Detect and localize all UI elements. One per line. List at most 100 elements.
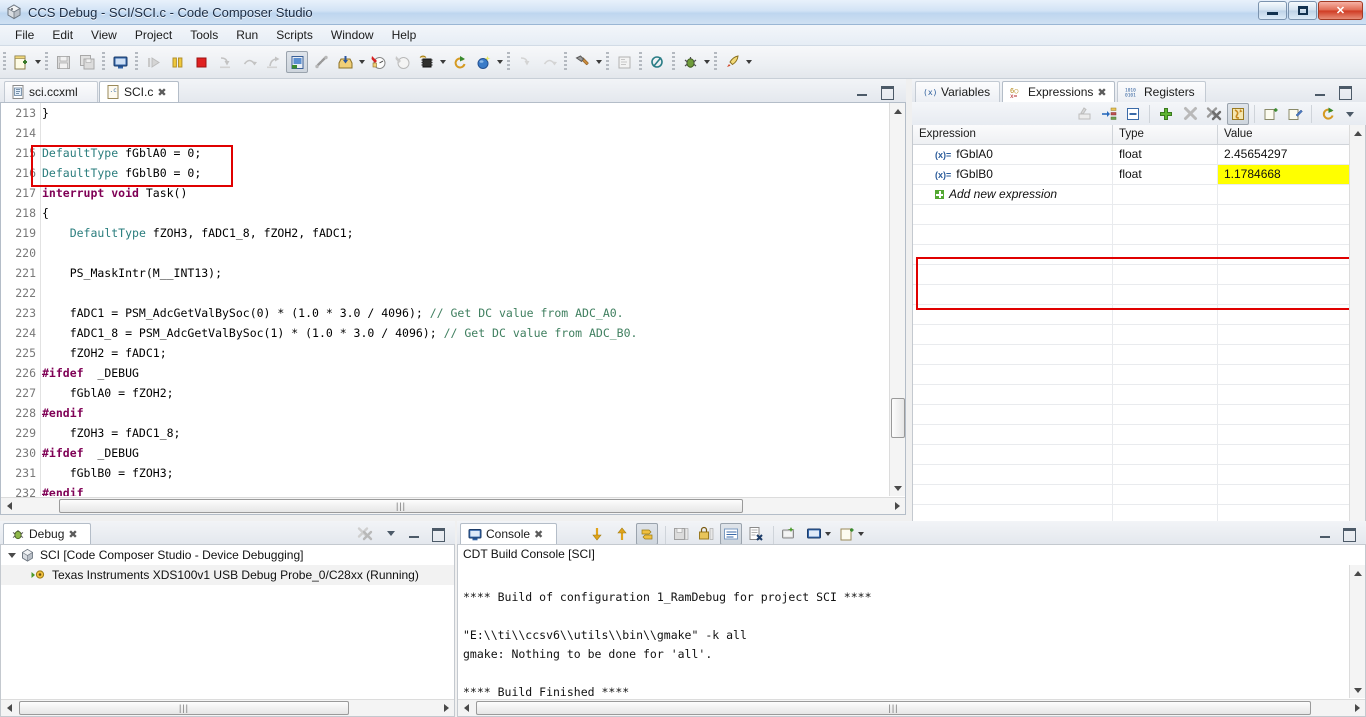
save-console-icon[interactable] — [670, 523, 692, 545]
new-file-icon[interactable] — [10, 51, 32, 73]
debug-dropdown[interactable] — [702, 51, 711, 73]
table-row-empty[interactable] — [913, 345, 1365, 365]
new-watchpoint-icon[interactable] — [1260, 103, 1282, 125]
remove-all-icon[interactable] — [1203, 103, 1225, 125]
toolbar-grip-7[interactable] — [606, 52, 609, 72]
console-horizontal-scrollbar[interactable]: ||| — [458, 699, 1365, 716]
menu-run[interactable]: Run — [227, 26, 267, 44]
search-icon[interactable] — [646, 51, 668, 73]
editor-scroll-down-arrow[interactable] — [890, 480, 905, 496]
resume-icon[interactable] — [142, 51, 164, 73]
toolbar-grip-3[interactable] — [102, 52, 105, 72]
new-target-config-icon[interactable] — [472, 51, 494, 73]
editor-tab-sci-c[interactable]: .c SCI.c ✖ — [99, 81, 179, 102]
expression-cell[interactable]: (x)= fGblA0 — [913, 145, 1113, 164]
add-new-expression-cell[interactable]: Add new expression — [913, 185, 1113, 204]
step-over-disabled-icon[interactable] — [538, 51, 560, 73]
editor-tab-sci-ccxml[interactable]: sci.ccxml — [4, 81, 98, 102]
tab-expressions-close-icon[interactable]: ✖ — [1097, 86, 1106, 99]
remove-breakpoints-icon[interactable] — [391, 51, 413, 73]
table-row-empty[interactable] — [913, 245, 1365, 265]
tab-debug-close-icon[interactable]: ✖ — [68, 528, 77, 541]
code-line[interactable]: fADC1 = PSM_AdcGetValBySoc(0) * (1.0 * 3… — [42, 303, 888, 323]
code-line[interactable] — [42, 283, 888, 303]
table-row-empty[interactable] — [913, 485, 1365, 505]
collapse-all-icon[interactable] — [1122, 103, 1144, 125]
debug-view-menu-button[interactable] — [384, 525, 399, 540]
add-expression-icon[interactable] — [1155, 103, 1177, 125]
toolbar-grip-6[interactable] — [564, 52, 567, 72]
console-scroll-right-arrow[interactable] — [1349, 700, 1365, 716]
editor-vertical-scrollbar[interactable] — [889, 103, 905, 496]
close-button[interactable]: ✕ — [1318, 1, 1363, 20]
editor-vertical-scroll-thumb[interactable] — [891, 398, 905, 438]
code-line[interactable] — [42, 243, 888, 263]
terminate-icon[interactable] — [190, 51, 212, 73]
table-row-empty[interactable] — [913, 305, 1365, 325]
toolbar-grip-4[interactable] — [135, 52, 138, 72]
maximize-button[interactable] — [1288, 1, 1317, 20]
table-row-empty[interactable] — [913, 405, 1365, 425]
menu-edit[interactable]: Edit — [43, 26, 82, 44]
menu-help[interactable]: Help — [383, 26, 426, 44]
editor-scroll-up-arrow[interactable] — [890, 103, 905, 119]
expressions-view-menu-button[interactable] — [1343, 106, 1358, 121]
menu-tools[interactable]: Tools — [181, 26, 227, 44]
enable-auto-refresh-icon[interactable] — [1227, 102, 1249, 125]
expression-cell[interactable]: (x)= fGblB0 — [913, 165, 1113, 184]
code-line[interactable]: PS_MaskIntr(M__INT13); — [42, 263, 888, 283]
debug-maximize-button[interactable] — [430, 525, 445, 542]
value-cell[interactable]: 2.45654297 — [1218, 145, 1365, 164]
connect-target-dropdown[interactable] — [438, 51, 447, 73]
save-icon[interactable] — [52, 51, 74, 73]
debug-horizontal-scrollbar[interactable]: ||| — [1, 699, 454, 716]
column-header-type[interactable]: Type — [1113, 125, 1218, 144]
debug-tree-row-thread[interactable]: Texas Instruments XDS100v1 USB Debug Pro… — [1, 565, 454, 585]
table-row-empty[interactable] — [913, 465, 1365, 485]
minimize-button[interactable] — [1258, 1, 1287, 20]
code-line[interactable]: #endif — [42, 483, 888, 496]
new-target-config-dropdown[interactable] — [495, 51, 504, 73]
type-cell[interactable]: float — [1113, 145, 1218, 164]
pin-console-icon[interactable] — [636, 523, 658, 545]
menu-scripts[interactable]: Scripts — [267, 26, 322, 44]
editor-tab-close-icon[interactable]: ✖ — [157, 86, 166, 99]
new-console-dropdown-arrow[interactable] — [856, 523, 865, 545]
table-row-empty[interactable] — [913, 445, 1365, 465]
table-row-empty[interactable] — [913, 425, 1365, 445]
link-icon[interactable] — [310, 51, 332, 73]
code-area[interactable]: } DefaultType fGblA0 = 0; DefaultType fGbl… — [42, 103, 888, 496]
display-selected-console-icon[interactable] — [778, 523, 800, 545]
debug-bug-icon[interactable] — [679, 51, 701, 73]
step-into-icon[interactable] — [214, 51, 236, 73]
console-minimize-button[interactable] — [1318, 525, 1333, 540]
console-vertical-scrollbar[interactable] — [1349, 565, 1365, 698]
table-row-empty[interactable] — [913, 265, 1365, 285]
table-row-empty[interactable] — [913, 285, 1365, 305]
open-console-icon[interactable] — [109, 51, 131, 73]
tab-console[interactable]: Console ✖ — [460, 523, 557, 544]
toolbar-grip-8[interactable] — [639, 52, 642, 72]
suspend-icon[interactable] — [166, 51, 188, 73]
code-line[interactable]: DefaultType fGblB0 = 0; — [42, 163, 888, 183]
debug-tree-row-session[interactable]: SCI [Code Composer Studio - Device Debug… — [1, 545, 454, 565]
load-program-icon[interactable] — [334, 51, 356, 73]
save-all-icon[interactable] — [76, 51, 98, 73]
editor-scroll-left-arrow[interactable] — [1, 498, 17, 514]
toolbar-grip-2[interactable] — [45, 52, 48, 72]
table-row-empty[interactable] — [913, 325, 1365, 345]
menu-file[interactable]: File — [6, 26, 43, 44]
table-row[interactable]: (x)= fGblB0 float 1.1784668 — [913, 165, 1365, 185]
expressions-minimize-button[interactable] — [1313, 83, 1328, 98]
step-over-icon[interactable] — [238, 51, 260, 73]
refresh-expressions-icon[interactable] — [1317, 103, 1339, 125]
show-details-icon[interactable] — [1098, 103, 1120, 125]
toolbar-grip-9[interactable] — [672, 52, 675, 72]
console-scroll-down-arrow[interactable] — [1350, 682, 1366, 698]
open-console-dropdown-icon[interactable] — [803, 523, 825, 545]
menu-view[interactable]: View — [82, 26, 126, 44]
toolbar-grip[interactable] — [3, 52, 6, 72]
table-row[interactable]: (x)= fGblA0 float 2.45654297 — [913, 145, 1365, 165]
tab-variables[interactable]: (x)= Variables — [915, 81, 1000, 102]
wrap-icon[interactable] — [720, 523, 742, 545]
